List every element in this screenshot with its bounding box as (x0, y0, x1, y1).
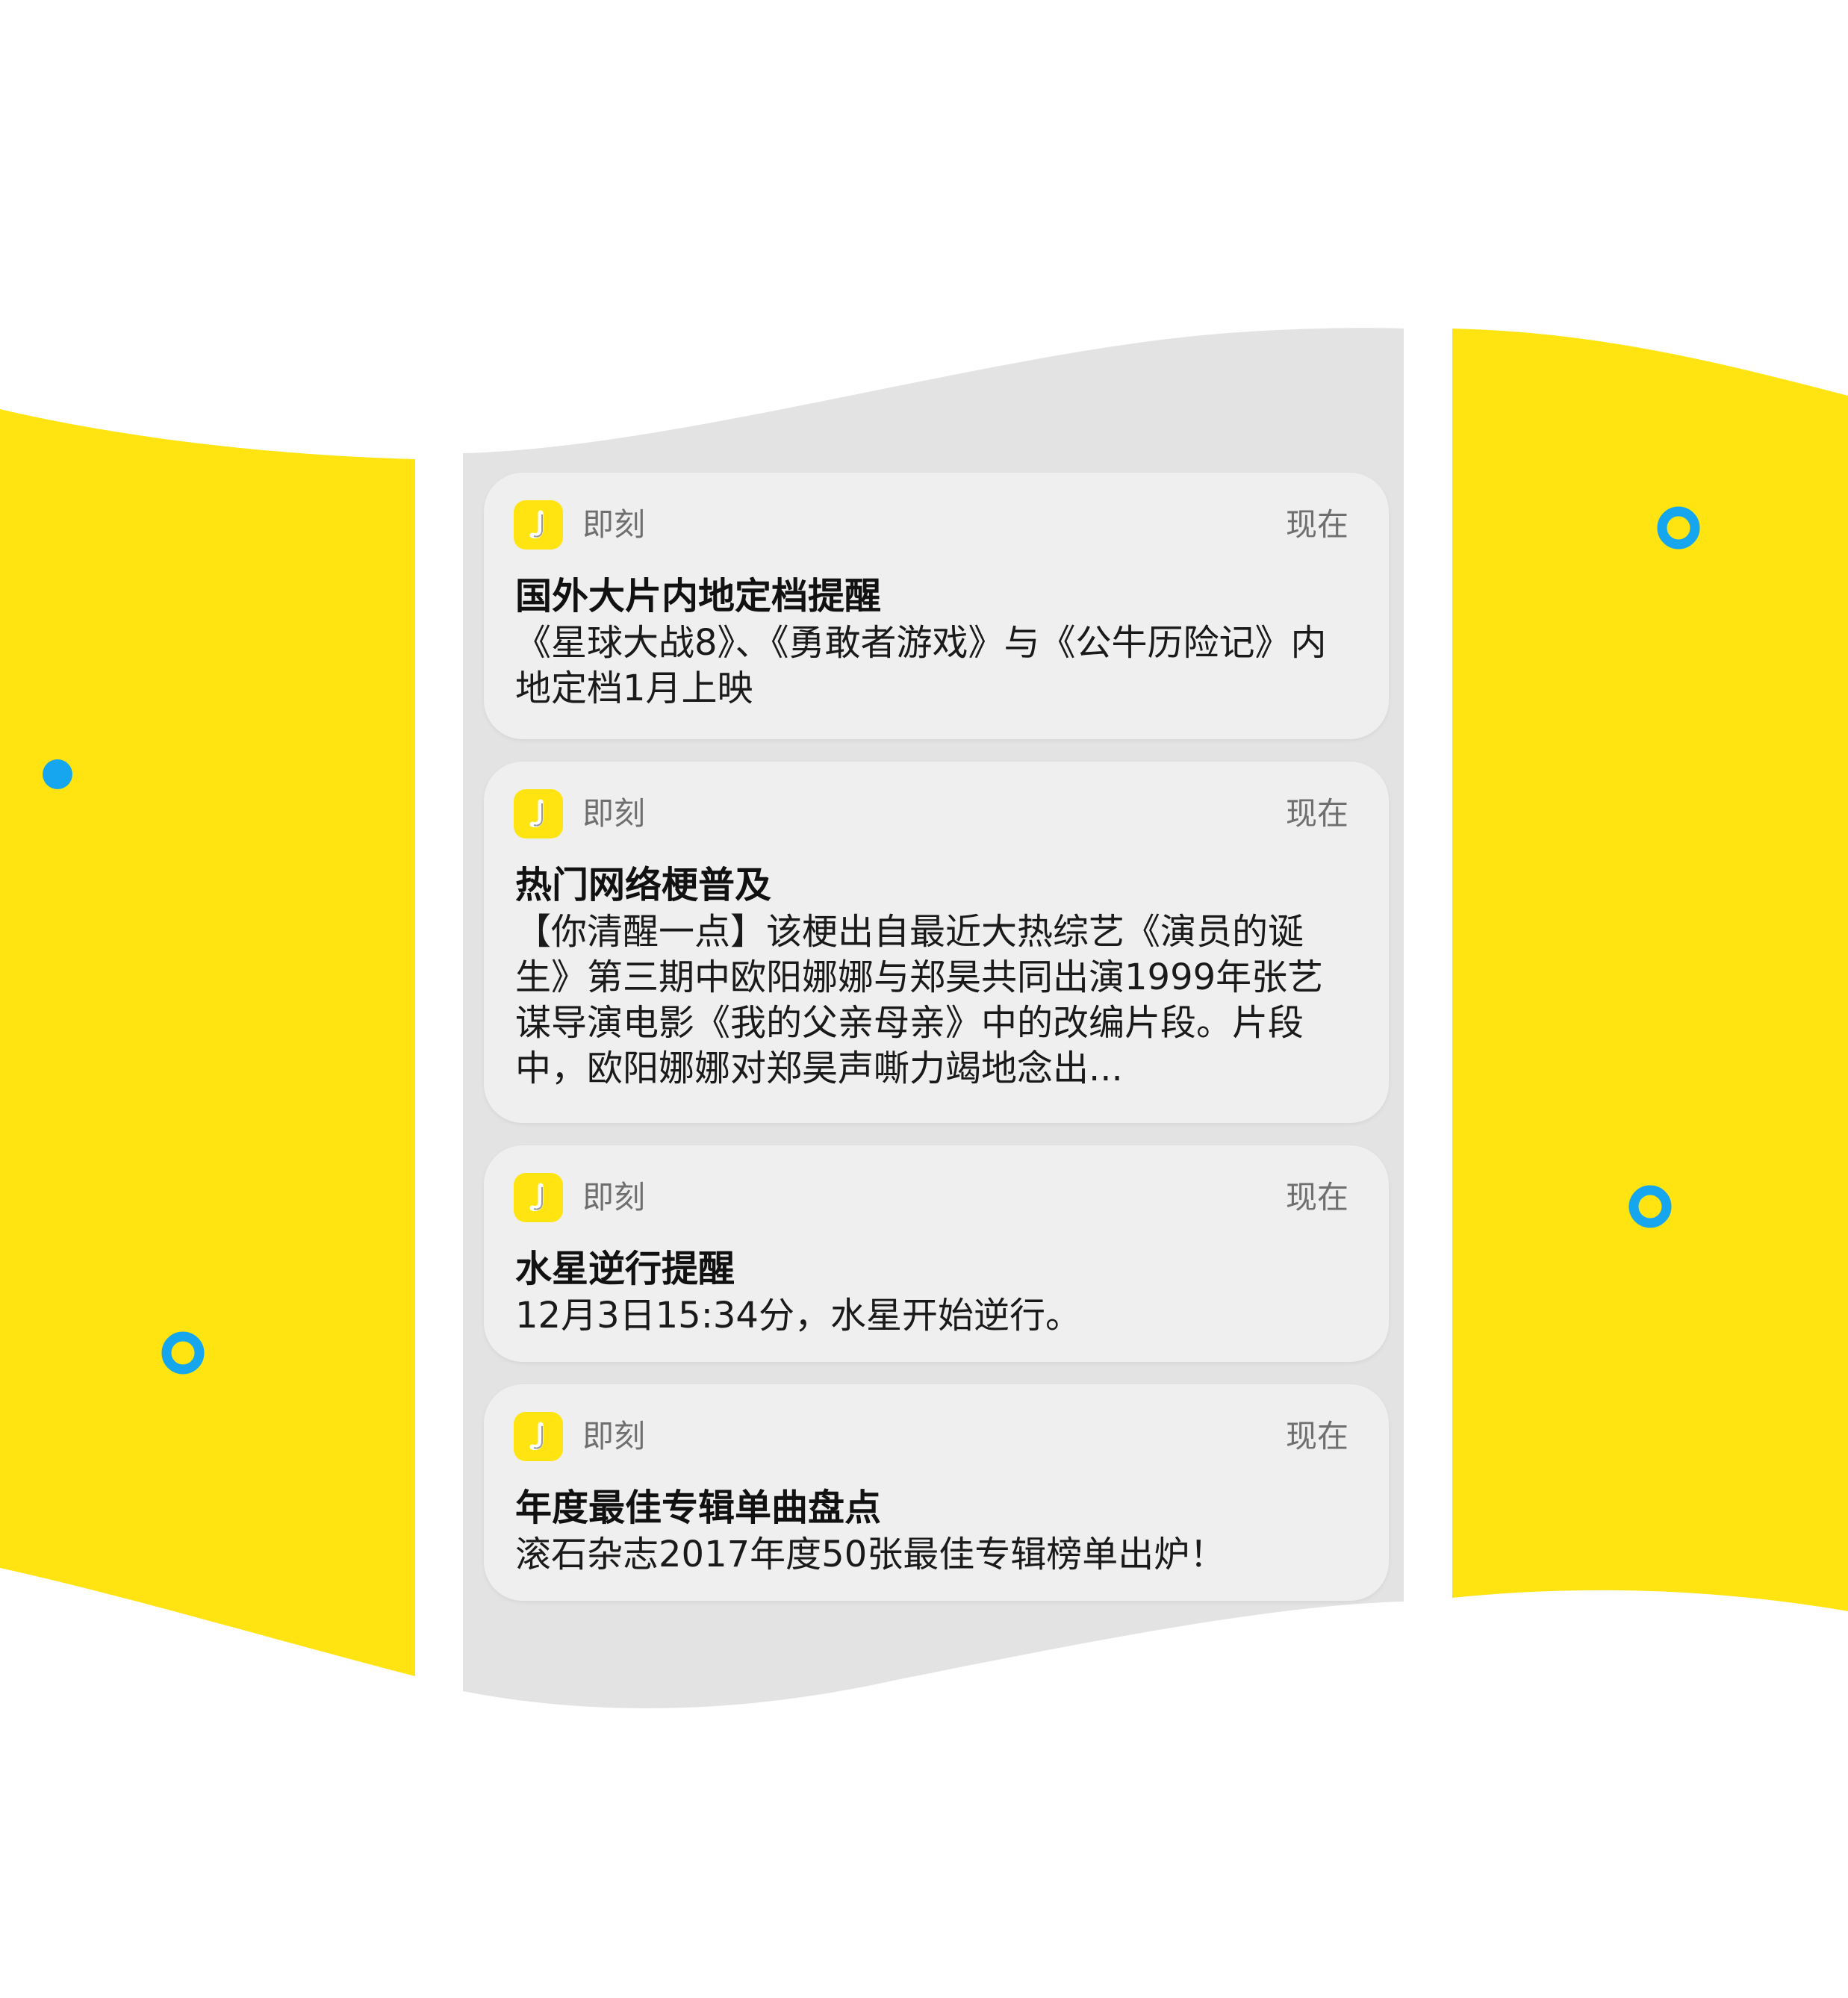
notification-body: 12月3日15:34分，水星开始逆行。 (515, 1295, 1081, 1336)
jike-app-icon (514, 789, 563, 838)
notification-card[interactable]: 即刻 现在 水星逆行提醒 12月3日15:34分，水星开始逆行。 (484, 1145, 1389, 1362)
app-name: 即刻 (582, 1179, 646, 1216)
app-name: 即刻 (582, 1418, 646, 1454)
app-name: 即刻 (582, 506, 646, 543)
jike-app-icon (514, 1412, 563, 1461)
notification-header: 即刻 现在 (514, 788, 1348, 839)
notification-title: 水星逆行提醒 (515, 1248, 735, 1290)
notification-list: 即刻 现在 国外大片内地定档提醒 《星球大战8》、《勇敢者游戏》与《公牛历险记》… (484, 473, 1389, 1623)
notification-body: 《星球大战8》、《勇敢者游戏》与《公牛历险记》内地定档1月上映 (515, 622, 1327, 709)
notification-card[interactable]: 即刻 现在 国外大片内地定档提醒 《星球大战8》、《勇敢者游戏》与《公牛历险记》… (484, 473, 1389, 739)
jike-app-icon (514, 1173, 563, 1222)
notification-title: 热门网络梗普及 (515, 864, 772, 906)
notification-title: 国外大片内地定档提醒 (515, 575, 882, 617)
notification-body: 【你清醒一点】该梗出自最近大热综艺《演员的诞生》第三期中欧阳娜娜与郑昊共同出演1… (515, 911, 1324, 1089)
notification-card[interactable]: 即刻 现在 年度最佳专辑单曲盘点 滚石杂志2017年度50张最佳专辑榜单出炉！ (484, 1384, 1389, 1601)
notification-title: 年度最佳专辑单曲盘点 (515, 1487, 882, 1529)
notification-body: 滚石杂志2017年度50张最佳专辑榜单出炉！ (515, 1534, 1226, 1575)
app-name: 即刻 (582, 795, 646, 832)
notification-time: 现在 (1285, 795, 1348, 832)
notification-header: 即刻 现在 (514, 1411, 1348, 1462)
stage: 即刻 现在 国外大片内地定档提醒 《星球大战8》、《勇敢者游戏》与《公牛历险记》… (0, 0, 1848, 1998)
left-yellow-band (0, 409, 415, 1676)
notification-time: 现在 (1285, 1418, 1348, 1454)
notification-time: 现在 (1285, 506, 1348, 543)
notification-time: 现在 (1285, 1179, 1348, 1216)
notification-header: 即刻 现在 (514, 500, 1348, 550)
notification-card[interactable]: 即刻 现在 热门网络梗普及 【你清醒一点】该梗出自最近大热综艺《演员的诞生》第三… (484, 762, 1389, 1123)
right-yellow-band (1452, 329, 1848, 1611)
blue-dot-decoration (43, 759, 72, 789)
jike-app-icon (514, 500, 563, 550)
notification-header: 即刻 现在 (514, 1172, 1348, 1223)
